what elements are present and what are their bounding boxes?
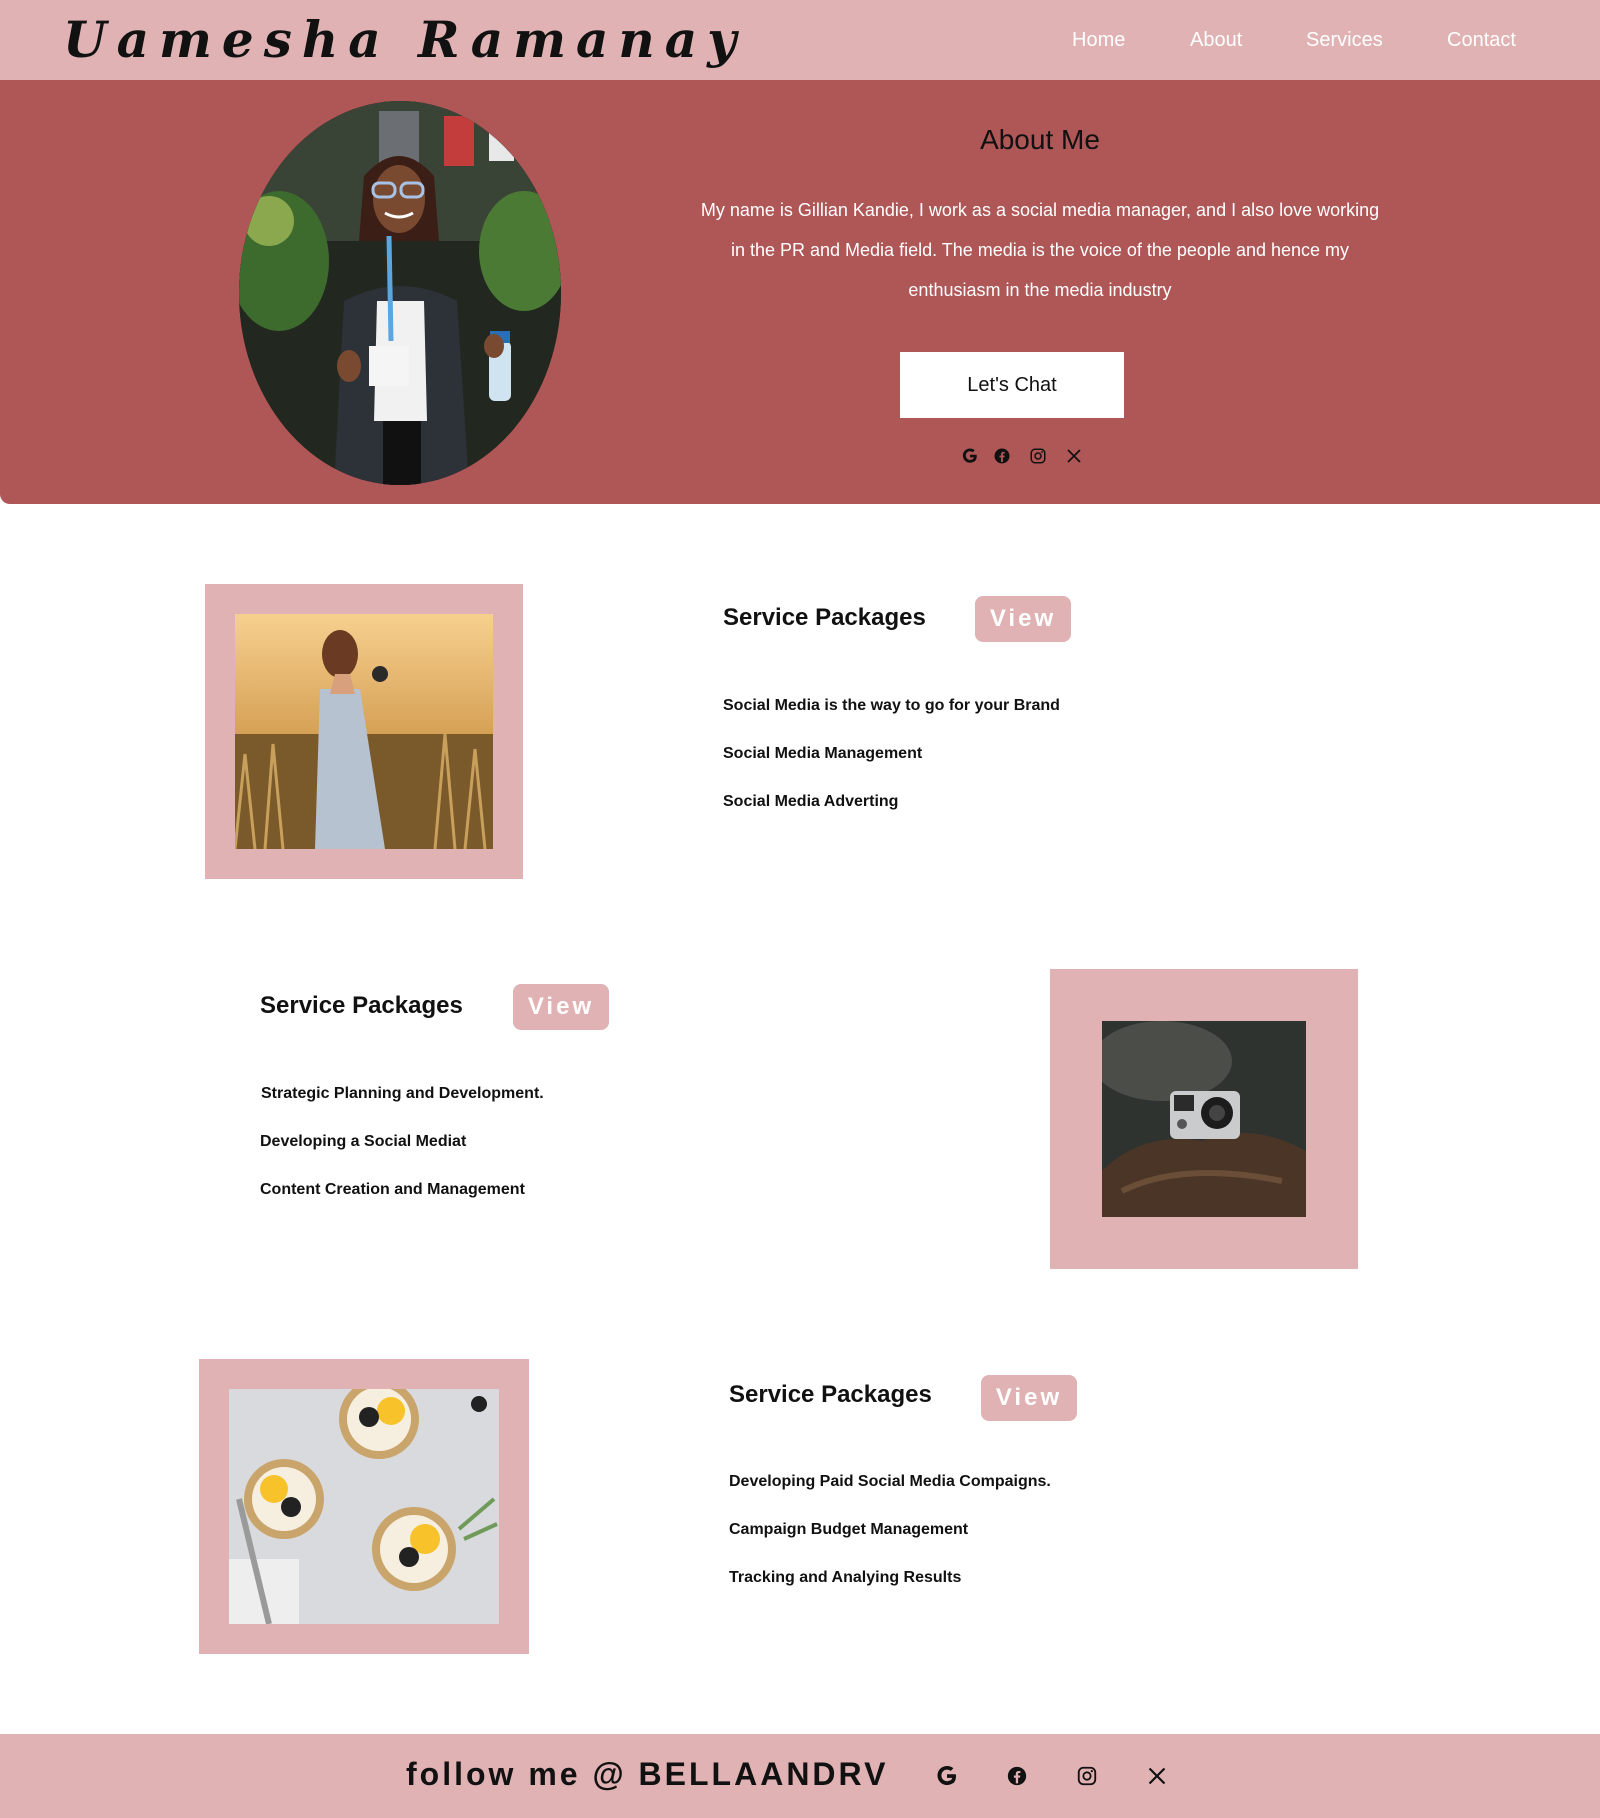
profile-photo (239, 101, 561, 485)
service-1-image-frame (205, 584, 523, 879)
service-3-item: Campaign Budget Management (729, 1521, 969, 1538)
google-icon[interactable] (933, 1762, 961, 1790)
facebook-icon[interactable] (990, 444, 1014, 468)
nav-about[interactable]: About (1190, 24, 1242, 56)
service-2-item: Strategic Planning and Development. (261, 1085, 544, 1102)
nav-contact[interactable]: Contact (1447, 24, 1516, 56)
service-1-item: Social Media Management (723, 745, 923, 762)
facebook-icon[interactable] (1003, 1762, 1031, 1790)
service-3-item: Developing Paid Social Media Compaigns. (729, 1473, 1051, 1490)
about-hero: About Me My name is Gillian Kandie, I wo… (0, 80, 1600, 504)
x-icon[interactable] (1062, 444, 1086, 468)
site-footer: follow me @ BELLAANDRV (0, 1734, 1600, 1818)
service-2-item: Content Creation and Management (260, 1181, 525, 1198)
service-2-view-button[interactable]: View (513, 984, 609, 1030)
service-1-photo (235, 614, 493, 849)
x-icon[interactable] (1143, 1762, 1171, 1790)
service-3-view-button[interactable]: View (981, 1375, 1077, 1421)
lets-chat-button[interactable]: Let's Chat (900, 352, 1124, 418)
about-text: My name is Gillian Kandie, I work as a s… (700, 200, 1380, 300)
service-2-item: Developing a Social Mediat (260, 1133, 467, 1150)
instagram-icon[interactable] (1073, 1762, 1101, 1790)
nav-services[interactable]: Services (1306, 24, 1383, 56)
service-1-view-button[interactable]: View (975, 596, 1071, 642)
site-header: Uamesha Ramanay Home About Services Cont… (0, 0, 1600, 80)
nav-home[interactable]: Home (1072, 24, 1125, 56)
service-3-item: Tracking and Analying Results (729, 1569, 962, 1586)
follow-text: follow me @ BELLAANDRV (406, 1756, 889, 1792)
about-title: About Me (980, 124, 1100, 155)
site-brand[interactable]: Uamesha Ramanay (63, 4, 746, 76)
service-1-item: Social Media is the way to go for your B… (723, 697, 1060, 714)
service-2-image-frame (1050, 969, 1358, 1269)
google-icon[interactable] (958, 444, 982, 468)
service-1-item: Social Media Adverting (723, 793, 899, 810)
service-3-photo (229, 1389, 499, 1624)
service-2-title: Service Packages (260, 992, 463, 1019)
hero-social-links (958, 444, 1098, 472)
service-3-title: Service Packages (729, 1381, 932, 1408)
service-2-photo (1102, 1021, 1306, 1217)
service-3-image-frame (199, 1359, 529, 1654)
instagram-icon[interactable] (1026, 444, 1050, 468)
service-1-title: Service Packages (723, 604, 926, 631)
